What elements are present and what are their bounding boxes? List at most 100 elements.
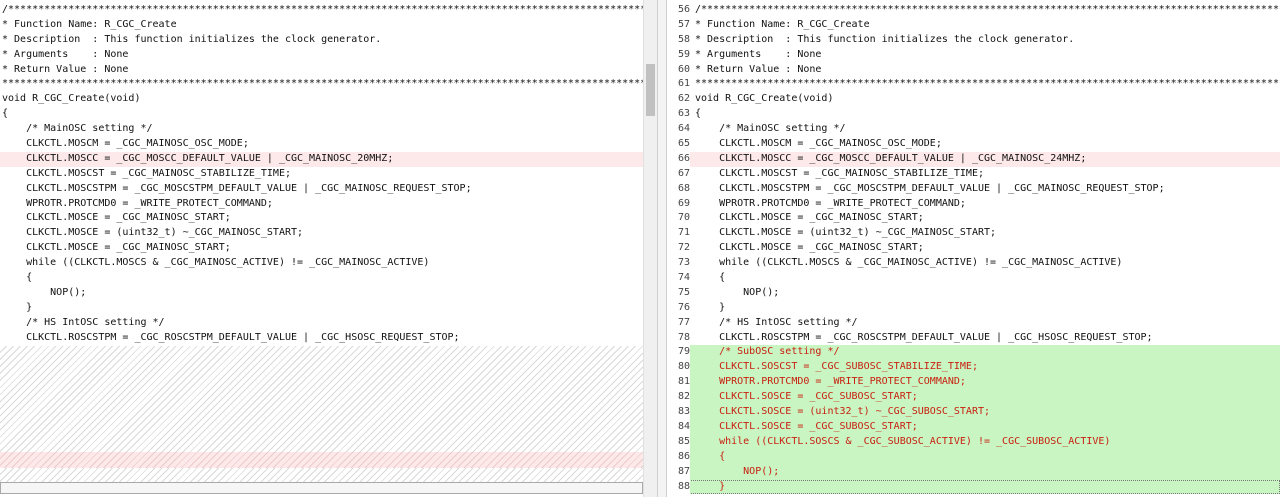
right-file-pane[interactable]: 56 /*************************************… [668, 0, 1280, 497]
code-line[interactable]: 66 CLKCTL.MOSCC = _CGC_MOSCC_DEFAULT_VAL… [668, 151, 1280, 167]
line-number: 59 [668, 47, 690, 63]
code-line[interactable]: 62 void R_CGC_Create(void) [668, 92, 1280, 108]
code-line[interactable]: 69 WPROTR.PROTCMD0 = _WRITE_PROTECT_COMM… [668, 196, 1280, 212]
code-line[interactable]: * Description : This function initialize… [0, 33, 643, 48]
line-number: 78 [668, 330, 690, 346]
code-line[interactable]: * Function Name: R_CGC_Create [0, 18, 643, 33]
code-line[interactable]: CLKCTL.MOSCE = _CGC_MAINOSC_START; [0, 211, 643, 226]
line-number: 57 [668, 17, 690, 33]
code-line[interactable]: { [0, 107, 643, 122]
code-line[interactable]: /* HS IntOSC setting */ [0, 316, 643, 331]
code-line[interactable]: 71 CLKCTL.MOSCE = (uint32_t) ~_CGC_MAINO… [668, 226, 1280, 242]
code-text: CLKCTL.MOSCE = (uint32_t) ~_CGC_MAINOSC_… [2, 227, 304, 239]
code-line[interactable]: while ((CLKCTL.MOSCS & _CGC_MAINOSC_ACTI… [0, 256, 643, 271]
code-text: * Arguments : None [2, 48, 129, 60]
code-line[interactable]: 88 } [668, 479, 1280, 495]
code-line[interactable]: 70 CLKCTL.MOSCE = _CGC_MAINOSC_START; [668, 211, 1280, 227]
code-line[interactable]: 64 /* MainOSC setting */ [668, 122, 1280, 138]
code-line[interactable]: 86 { [668, 449, 1280, 465]
code-line[interactable]: 57 * Function Name: R_CGC_Create [668, 17, 1280, 33]
code-line[interactable]: 61 **************************************… [668, 77, 1280, 93]
code-line[interactable]: * Return Value : None [0, 63, 643, 78]
code-line[interactable]: 63{ [668, 107, 1280, 123]
code-line[interactable]: 82 CLKCTL.SOSCE = _CGC_SUBOSC_START; [668, 390, 1280, 406]
right-code-lines: 56 /*************************************… [668, 3, 1280, 495]
code-line[interactable]: 81 WPROTR.PROTCMD0 = _WRITE_PROTECT_COMM… [668, 375, 1280, 391]
line-number: 87 [668, 464, 690, 480]
line-number: 81 [668, 375, 690, 391]
left-horizontal-scrollbar[interactable] [0, 482, 643, 494]
line-number: 63 [668, 107, 690, 123]
code-line[interactable]: 60 * Return Value : None [668, 62, 1280, 78]
line-number: 61 [668, 77, 690, 93]
code-line[interactable]: ****************************************… [0, 77, 643, 92]
code-line[interactable]: 56 /*************************************… [668, 3, 1280, 18]
code-line[interactable]: /* MainOSC setting */ [0, 122, 643, 137]
code-text: /***************************************… [2, 4, 643, 15]
code-text: * Arguments : None [695, 48, 822, 60]
code-line[interactable]: { [0, 271, 643, 286]
code-line[interactable]: CLKCTL.MOSCE = (uint32_t) ~_CGC_MAINOSC_… [0, 226, 643, 241]
code-line[interactable]: CLKCTL.MOSCC = _CGC_MOSCC_DEFAULT_VALUE … [0, 151, 643, 167]
code-line[interactable]: WPROTR.PROTCMD0 = _WRITE_PROTECT_COMMAND… [0, 197, 643, 212]
code-line[interactable]: 65 CLKCTL.MOSCM = _CGC_MAINOSC_OSC_MODE; [668, 137, 1280, 152]
code-text: WPROTR.PROTCMD0 = _WRITE_PROTECT_COMMAND… [2, 197, 273, 209]
line-number: 62 [668, 92, 690, 108]
code-line[interactable]: 77 /* HS IntOSC setting */ [668, 315, 1280, 331]
code-line[interactable]: 80 CLKCTL.SOSCST = _CGC_SUBOSC_STABILIZE… [668, 360, 1280, 376]
code-text: CLKCTL.MOSCSTPM = _CGC_MOSCSTPM_DEFAULT_… [695, 182, 1165, 194]
code-line[interactable]: 74 { [668, 271, 1280, 286]
code-line[interactable]: } [0, 301, 643, 316]
left-file-pane[interactable]: /***************************************… [0, 0, 643, 497]
code-text: * Function Name: R_CGC_Create [695, 18, 870, 30]
code-text: CLKCTL.SOSCE = _CGC_SUBOSC_START; [695, 420, 918, 432]
code-text: } [2, 301, 33, 313]
code-text: /* HS IntOSC setting */ [2, 316, 165, 328]
line-number: 83 [668, 405, 690, 420]
line-number: 66 [668, 151, 690, 167]
line-number: 75 [668, 285, 690, 301]
code-line[interactable]: 76 } [668, 300, 1280, 316]
code-line[interactable]: 58 * Description : This function initiali… [668, 32, 1280, 48]
code-line[interactable]: 68 CLKCTL.MOSCSTPM = _CGC_MOSCSTPM_DEFAU… [668, 181, 1280, 197]
code-text: CLKCTL.MOSCC = _CGC_MOSCC_DEFAULT_VALUE … [2, 152, 394, 164]
code-text: CLKCTL.MOSCST = _CGC_MAINOSC_STABILIZE_T… [695, 167, 984, 179]
code-text: CLKCTL.MOSCE = _CGC_MAINOSC_START; [695, 242, 924, 254]
pane-divider[interactable] [657, 0, 667, 497]
code-line[interactable]: CLKCTL.MOSCM = _CGC_MAINOSC_OSC_MODE; [0, 137, 643, 152]
code-line[interactable]: 83 CLKCTL.SOSCE = (uint32_t) ~_CGC_SUBOS… [668, 405, 1280, 420]
code-line[interactable]: 67 CLKCTL.MOSCST = _CGC_MAINOSC_STABILIZ… [668, 166, 1280, 182]
code-text: void R_CGC_Create(void) [2, 93, 141, 105]
code-line[interactable]: CLKCTL.MOSCE = _CGC_MAINOSC_START; [0, 241, 643, 256]
code-line[interactable]: 72 CLKCTL.MOSCE = _CGC_MAINOSC_START; [668, 241, 1280, 257]
line-number: 71 [668, 226, 690, 242]
code-line[interactable]: * Arguments : None [0, 48, 643, 63]
code-line[interactable]: CLKCTL.MOSCST = _CGC_MAINOSC_STABILIZE_T… [0, 167, 643, 182]
line-number: 70 [668, 211, 690, 227]
code-text: CLKCTL.ROSCSTPM = _CGC_ROSCSTPM_DEFAULT_… [695, 331, 1153, 343]
code-line[interactable]: CLKCTL.MOSCSTPM = _CGC_MOSCSTPM_DEFAULT_… [0, 182, 643, 197]
left-vertical-scrollbar[interactable] [643, 0, 657, 497]
line-number: 69 [668, 196, 690, 212]
code-line[interactable]: 59 * Arguments : None [668, 47, 1280, 63]
code-line[interactable]: NOP(); [0, 286, 643, 301]
code-line[interactable]: 73 while ((CLKCTL.MOSCS & _CGC_MAINOSC_A… [668, 256, 1280, 272]
code-line[interactable]: /***************************************… [0, 3, 643, 18]
line-number: 58 [668, 32, 690, 48]
code-line[interactable]: 75 NOP(); [668, 285, 1280, 301]
code-text: { [2, 108, 9, 120]
line-number: 86 [668, 449, 690, 465]
scrollbar-thumb[interactable] [646, 64, 655, 116]
code-line[interactable]: 79 /* SubOSC setting */ [668, 345, 1280, 361]
code-text: * Return Value : None [2, 63, 129, 75]
code-text: WPROTR.PROTCMD0 = _WRITE_PROTECT_COMMAND… [695, 197, 966, 209]
code-text: * Description : This function initialize… [695, 33, 1075, 45]
code-line[interactable]: void R_CGC_Create(void) [0, 92, 643, 107]
code-line[interactable]: CLKCTL.ROSCSTPM = _CGC_ROSCSTPM_DEFAULT_… [0, 331, 643, 346]
code-text: ****************************************… [2, 78, 643, 90]
code-line[interactable]: 78 CLKCTL.ROSCSTPM = _CGC_ROSCSTPM_DEFAU… [668, 330, 1280, 346]
code-line[interactable]: 87 NOP(); [668, 464, 1280, 480]
code-line[interactable]: 85 while ((CLKCTL.SOSCS & _CGC_SUBOSC_AC… [668, 434, 1280, 450]
code-line[interactable]: 84 CLKCTL.SOSCE = _CGC_SUBOSC_START; [668, 419, 1280, 435]
line-number: 67 [668, 166, 690, 182]
